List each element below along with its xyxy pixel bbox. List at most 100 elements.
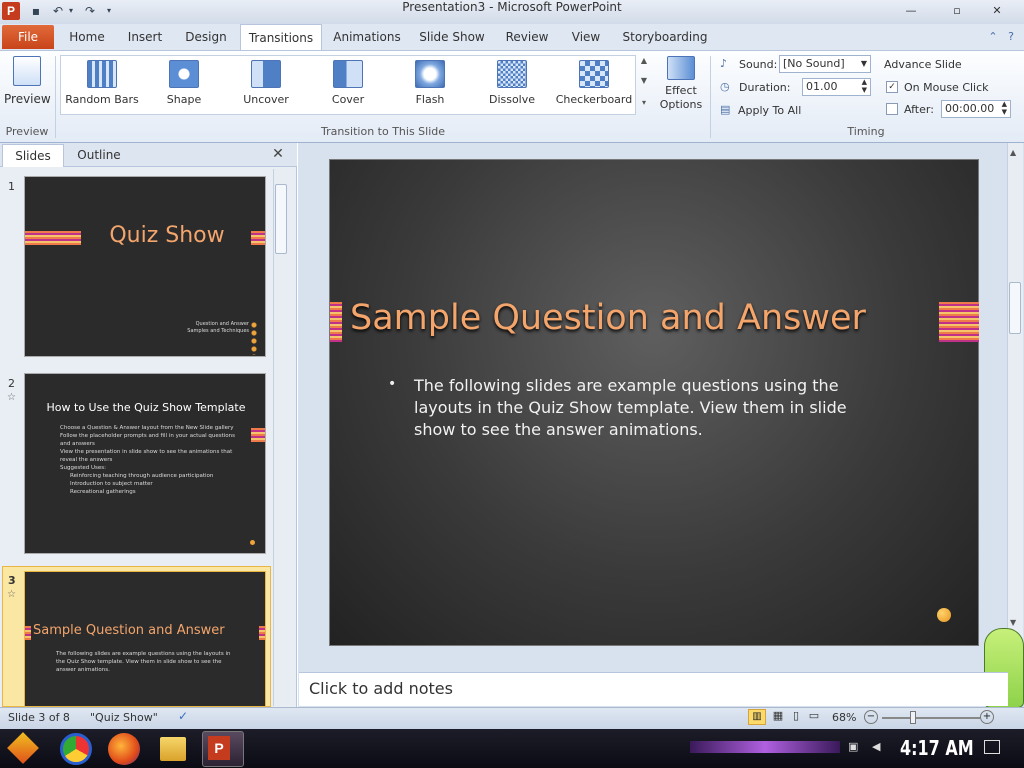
maximize-button[interactable]: ▫ (938, 2, 976, 20)
tab-insert[interactable]: Insert (120, 24, 170, 50)
duration-field[interactable]: 01.00 ▲ ▼ (802, 78, 871, 96)
gallery-more-icon[interactable]: ▾ (637, 98, 651, 107)
normal-view-icon[interactable]: ▥ (748, 709, 766, 725)
scroll-up-icon[interactable]: ▲ (1010, 148, 1016, 157)
tab-view[interactable]: View (564, 24, 608, 50)
tab-design[interactable]: Design (180, 24, 232, 50)
minimize-ribbon-icon[interactable]: ⌃ (986, 30, 1000, 44)
thumb-title: Sample Question and Answer (33, 623, 225, 638)
thumb-title: Quiz Show (109, 223, 225, 248)
powerpoint-app-icon[interactable]: P (2, 2, 20, 20)
transition-label: Cover (331, 93, 365, 106)
slide-scroll-thumb[interactable] (1009, 282, 1021, 334)
slide-title[interactable]: Sample Question and Answer (350, 298, 940, 338)
zoom-out-icon[interactable]: − (864, 710, 878, 724)
random-bars-icon (87, 60, 117, 88)
pane-scroll-thumb[interactable] (275, 184, 287, 254)
slide-thumbnail-1[interactable]: Quiz Show Question and Answer Samples and… (24, 176, 266, 357)
customize-qat-icon[interactable]: ▾ (104, 3, 114, 19)
stripe-decoration (939, 302, 979, 342)
apply-all-icon: ▤ (720, 103, 731, 116)
thumb-body: The following slides are example questio… (56, 651, 231, 673)
slide-scrollbar[interactable] (1007, 143, 1023, 672)
transition-shape[interactable]: Shape (144, 60, 224, 114)
transition-uncover[interactable]: Uncover (226, 60, 306, 114)
tab-slide-show[interactable]: Slide Show (414, 24, 490, 50)
apply-to-all-button[interactable]: Apply To All (738, 104, 801, 117)
thumb-bullet: Follow the placeholder prompts and fill … (60, 433, 236, 447)
gallery-scroll-up-icon[interactable]: ▲ (637, 56, 651, 65)
undo-dropdown-icon[interactable]: ▾ (66, 3, 76, 19)
stripe-decoration (259, 626, 265, 640)
notification-icon[interactable] (984, 740, 1000, 754)
slide-thumbnail-3[interactable]: Sample Question and Answer The following… (24, 571, 266, 707)
tab-home[interactable]: Home (62, 24, 112, 50)
duration-label: Duration: (739, 81, 791, 94)
save-icon[interactable]: ▪ (28, 3, 44, 19)
tab-transitions[interactable]: Transitions (240, 24, 322, 51)
tab-file[interactable]: File (2, 25, 54, 49)
gallery-scroll-down-icon[interactable]: ▼ (637, 76, 651, 85)
group-label-transition: Transition to This Slide (320, 125, 446, 138)
minimize-button[interactable]: — (892, 2, 930, 20)
zoom-level[interactable]: 68% (832, 711, 856, 724)
preview-button[interactable]: Preview (4, 56, 51, 112)
slide-thumbnail-2[interactable]: How to Use the Quiz Show Template Choose… (24, 373, 266, 554)
on-mouse-click-checkbox[interactable]: ✓ (886, 81, 898, 93)
dot-decoration (937, 608, 951, 622)
transition-dissolve[interactable]: Dissolve (472, 60, 552, 114)
zoom-slider-track[interactable] (882, 717, 980, 719)
sound-icon: ♪ (720, 57, 728, 70)
zoom-in-icon[interactable]: + (980, 710, 994, 724)
bullet-marker: • (388, 376, 397, 392)
slide-number: 2 (8, 377, 15, 390)
tab-animations[interactable]: Animations (330, 24, 404, 50)
help-icon[interactable]: ? (1004, 30, 1018, 44)
preview-label: Preview (4, 92, 51, 106)
notes-pane[interactable]: Click to add notes (299, 672, 1008, 706)
tab-review[interactable]: Review (500, 24, 554, 50)
effect-options-button[interactable]: Effect Options (656, 56, 706, 118)
slide-sorter-icon[interactable]: ▦ (770, 709, 786, 725)
zoom-slider-handle[interactable] (910, 711, 916, 724)
stripe-decoration (25, 626, 31, 640)
advance-slide-label: Advance Slide (884, 58, 962, 71)
after-checkbox[interactable] (886, 103, 898, 115)
reading-view-icon[interactable]: ▯ (788, 709, 804, 725)
transition-label: Uncover (243, 93, 289, 106)
network-icon[interactable]: ▣ (848, 740, 862, 754)
transition-flash[interactable]: Flash (390, 60, 470, 114)
thumb-bullets: Choose a Question & Answer layout from t… (60, 424, 245, 496)
wallpaper-decoration (690, 741, 840, 753)
tab-storyboarding[interactable]: Storyboarding (620, 24, 710, 50)
transition-cover[interactable]: Cover (308, 60, 388, 114)
volume-icon[interactable]: ◀ (872, 740, 886, 754)
dot-decoration (250, 540, 255, 545)
slide-bullet-text[interactable]: The following slides are example questio… (414, 375, 864, 441)
title-bar (0, 0, 1024, 24)
close-pane-icon[interactable]: ✕ (270, 146, 286, 164)
undo-icon[interactable]: ↶ (50, 3, 66, 19)
file-explorer-icon[interactable] (160, 737, 186, 761)
thumb-subtitle-line: Question and Answer (195, 321, 249, 327)
taskbar-clock[interactable]: 4:17 AM (900, 736, 974, 760)
theme-name[interactable]: "Quiz Show" (90, 711, 158, 724)
transition-checkerboard[interactable]: Checkerboard (554, 60, 634, 114)
transition-random-bars[interactable]: Random Bars (62, 60, 142, 114)
current-slide[interactable]: Sample Question and Answer • The followi… (329, 159, 979, 646)
stripe-decoration (330, 302, 342, 342)
clock-icon: ◷ (720, 80, 730, 93)
tab-outline[interactable]: Outline (66, 144, 132, 167)
spell-check-icon[interactable]: ✓ (175, 709, 191, 725)
sound-dropdown[interactable]: [No Sound] ▼ (779, 55, 871, 73)
slide-counter: Slide 3 of 8 (8, 711, 70, 724)
redo-icon[interactable]: ↷ (82, 3, 98, 19)
after-field[interactable]: 00:00.00 ▲ ▼ (941, 100, 1011, 118)
thumb-bullet: Choose a Question & Answer layout from t… (60, 425, 234, 431)
slide-show-view-icon[interactable]: ▭ (806, 709, 822, 725)
close-button[interactable]: ✕ (978, 2, 1016, 20)
firefox-icon[interactable] (108, 733, 140, 765)
chrome-icon[interactable] (60, 733, 92, 765)
scroll-down-icon[interactable]: ▼ (1010, 618, 1016, 627)
tab-slides[interactable]: Slides (2, 144, 64, 167)
